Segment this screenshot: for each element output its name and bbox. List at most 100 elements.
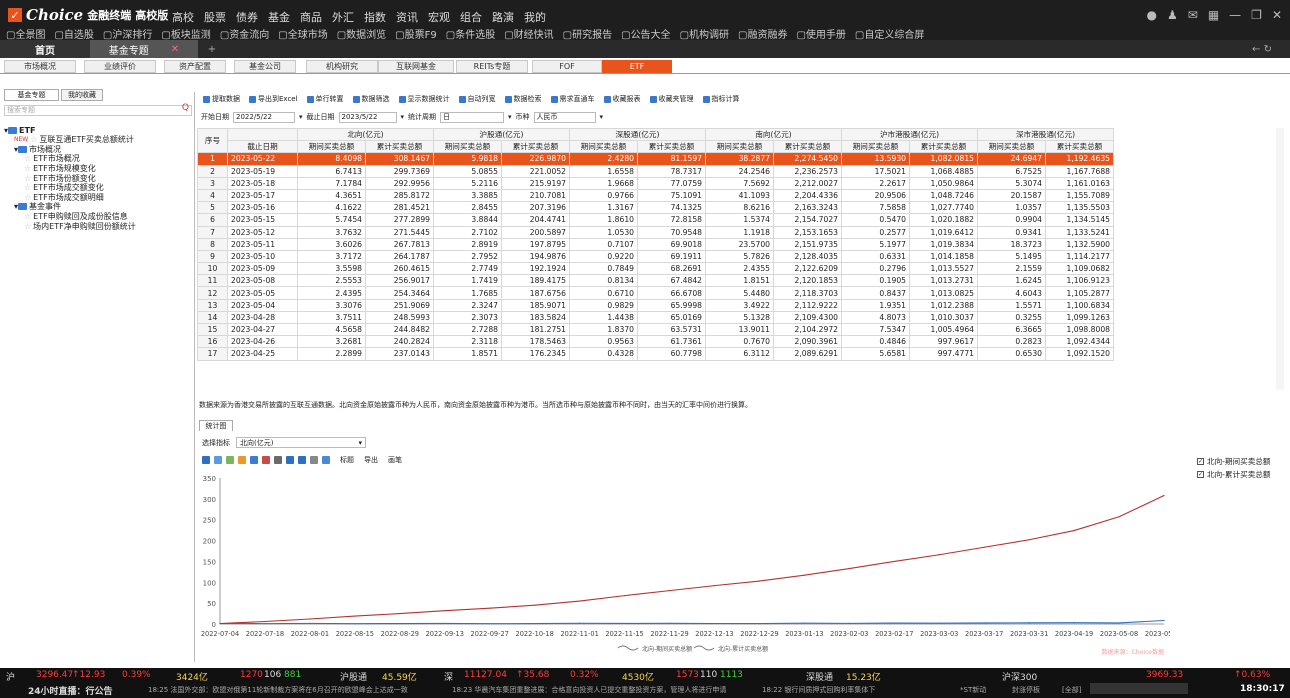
close-tab-icon[interactable]: ✕	[171, 44, 179, 55]
tab-fund-topic[interactable]: 基金专题 ✕	[90, 40, 198, 58]
group-header[interactable]: 深市港股通(亿元)	[977, 128, 1114, 142]
start-date-field[interactable]: 2022/5/22	[233, 111, 295, 123]
news-item[interactable]: *ST新动	[960, 685, 986, 695]
chart-tool-icon[interactable]	[262, 456, 270, 464]
restore-icon[interactable]: ❐	[1251, 8, 1262, 22]
news-item[interactable]: 18:23 华晨汽车集团重整进展：合格意向投资人已提交重整投资方案，管理人将进行…	[452, 685, 726, 695]
new-tab-icon[interactable]: +	[204, 40, 220, 58]
indicator-select[interactable]: 北向(亿元) ▾	[236, 437, 366, 448]
table-row[interactable]: 13 2023-05-04 3.3076 251.9069 2.3247 185.9071…	[197, 298, 1114, 312]
chart-tool-icon[interactable]	[322, 456, 330, 464]
search-icon[interactable]: Q	[182, 104, 189, 113]
chart-tool-button[interactable]: 画笔	[388, 455, 402, 465]
chart-tool-icon[interactable]	[214, 456, 222, 464]
toolbar-button[interactable]: 单行转置	[306, 94, 344, 104]
shortcut-item[interactable]: ▢股票F9	[395, 26, 437, 41]
news-item[interactable]: 封涨停板	[1012, 685, 1040, 695]
checkbox-icon[interactable]: ✓	[1197, 458, 1204, 465]
shortcut-item[interactable]: ▢板块监测	[161, 26, 210, 41]
grid-icon[interactable]: ▦	[1208, 8, 1219, 22]
col-header[interactable]: 期间买卖总额	[433, 140, 502, 154]
dropdown-icon[interactable]: ▾	[508, 113, 512, 121]
tree-item[interactable]: ☆ 场内ETF净申购赎回份额统计	[24, 221, 136, 231]
col-header[interactable]: 期间买卖总额	[569, 140, 638, 154]
chart-tool-icon[interactable]	[202, 456, 210, 464]
col-header[interactable]: 累计买卖总额	[501, 140, 570, 154]
col-header[interactable]: 序号	[197, 128, 228, 154]
star-icon[interactable]: ☆	[24, 183, 31, 192]
col-header[interactable]: 累计买卖总额	[1045, 140, 1114, 154]
group-header[interactable]: 沪股通(亿元)	[433, 128, 570, 142]
col-header[interactable]: 期间买卖总额	[841, 140, 910, 154]
star-icon[interactable]: ☆	[24, 174, 31, 183]
table-row[interactable]: 17 2023-04-25 2.2899 237.0143 1.8571 176.2345…	[197, 347, 1114, 361]
group-header[interactable]: 深股通(亿元)	[569, 128, 706, 142]
chart-tool-icon[interactable]	[298, 456, 306, 464]
chart-tool-icon[interactable]	[226, 456, 234, 464]
dropdown-icon[interactable]: ▾	[401, 113, 405, 121]
menu-item[interactable]: 我的	[524, 9, 546, 25]
group-header[interactable]: 南向(亿元)	[705, 128, 842, 142]
toolbar-button[interactable]: 自动列宽	[458, 94, 496, 104]
shortcut-item[interactable]: ▢自选股	[54, 26, 93, 41]
col-header[interactable]: 期间买卖总额	[297, 140, 366, 154]
shortcut-item[interactable]: ▢公告大全	[621, 26, 670, 41]
shortcut-item[interactable]: ▢沪深排行	[103, 26, 152, 41]
table-row[interactable]: 11 2023-05-08 2.5553 256.9017 1.7419 189.4175…	[197, 274, 1114, 288]
currency-select[interactable]: 人民币	[533, 111, 596, 123]
menu-item[interactable]: 指数	[364, 9, 386, 25]
toolbar-button[interactable]: 需求直通车	[550, 94, 595, 104]
chart-tool-button[interactable]: 导出	[364, 455, 378, 465]
checkbox-icon[interactable]: ✓	[1197, 471, 1204, 478]
group-header[interactable]: 北向(亿元)	[297, 128, 434, 142]
table-row[interactable]: 4 2023-05-17 4.3651 285.8172 3.3885 210.7081 0…	[197, 188, 1114, 203]
end-date-field[interactable]: 2023/5/22	[338, 111, 397, 123]
table-row[interactable]: 15 2023-04-27 4.5658 244.8482 2.7288 181.2751…	[197, 322, 1114, 337]
news-item[interactable]: 18:22 银行间质押式回购利率集体下	[762, 685, 875, 695]
table-row[interactable]: 6 2023-05-15 5.7454 277.2899 3.8844 204.4741 1…	[197, 213, 1114, 227]
star-icon[interactable]: ☆	[24, 222, 31, 231]
chart-tool-icon[interactable]	[238, 456, 246, 464]
table-row[interactable]: 14 2023-04-28 3.7511 248.5993 2.3073 183.5824…	[197, 310, 1114, 325]
col-header[interactable]: 期间买卖总额	[705, 140, 774, 154]
col-header[interactable]: 累计买卖总额	[909, 140, 978, 154]
menu-item[interactable]: 商品	[300, 9, 322, 25]
subtab-item[interactable]: 市场概况	[4, 60, 76, 73]
legend-item[interactable]: ✓ 北向-累计买卖总额	[1197, 469, 1271, 480]
col-header[interactable]: 累计买卖总额	[365, 140, 434, 154]
tree-item[interactable]: ▾ ETF	[4, 125, 35, 135]
shortcut-item[interactable]: ▢全景图	[6, 26, 45, 41]
shortcut-item[interactable]: ▢数据浏览	[337, 26, 386, 41]
menu-item[interactable]: 路演	[492, 9, 514, 25]
toolbar-button[interactable]: 数据筛选	[352, 94, 390, 104]
menu-item[interactable]: 高校	[172, 9, 194, 25]
group-header[interactable]: 沪市港股通(亿元)	[841, 128, 978, 142]
toolbar-button[interactable]: 收藏夹管理	[649, 94, 694, 104]
chat-icon[interactable]: ●	[1147, 8, 1157, 22]
table-row[interactable]: 3 2023-05-18 7.1784 292.9956 5.2116 215.9197 1…	[197, 176, 1114, 190]
grid-scrollbar[interactable]	[1276, 128, 1284, 390]
table-row[interactable]: 10 2023-05-09 3.5598 260.4615 2.7749 192.1924…	[197, 262, 1114, 276]
menu-item[interactable]: 组合	[460, 9, 482, 25]
toolbar-button[interactable]: 提取数据	[203, 94, 240, 104]
col-header[interactable]: 累计买卖总额	[637, 140, 706, 154]
minimize-icon[interactable]: —	[1229, 8, 1241, 22]
nav-arrows-icon[interactable]: ← ↻	[1242, 40, 1282, 58]
menu-item[interactable]: 宏观	[428, 9, 450, 25]
shortcut-item[interactable]: ▢使用手册	[796, 26, 845, 41]
col-header[interactable]: 期间买卖总额	[977, 140, 1046, 154]
shortcut-item[interactable]: ▢条件选股	[446, 26, 495, 41]
menu-item[interactable]: 债券	[236, 9, 258, 25]
toolbar-button[interactable]: 指标计算	[702, 94, 740, 104]
star-icon[interactable]: ☆	[24, 164, 31, 173]
subtab-item[interactable]: 互联网基金	[378, 60, 454, 73]
col-header[interactable]: 累计买卖总额	[773, 140, 842, 154]
subtab-item[interactable]: 机构研究	[306, 60, 378, 73]
menu-item[interactable]: 股票	[204, 9, 226, 25]
toolbar-button[interactable]: 显示数据统计	[398, 94, 450, 104]
table-row[interactable]: 7 2023-05-12 3.7632 271.5445 2.7102 200.5897 1…	[197, 225, 1114, 239]
live-news-label[interactable]: 24小时直播：行公告	[28, 684, 113, 697]
dropdown-icon[interactable]: ▾	[600, 113, 604, 121]
chart-tool-icon[interactable]	[286, 456, 294, 464]
star-icon[interactable]: ☆	[24, 154, 31, 163]
